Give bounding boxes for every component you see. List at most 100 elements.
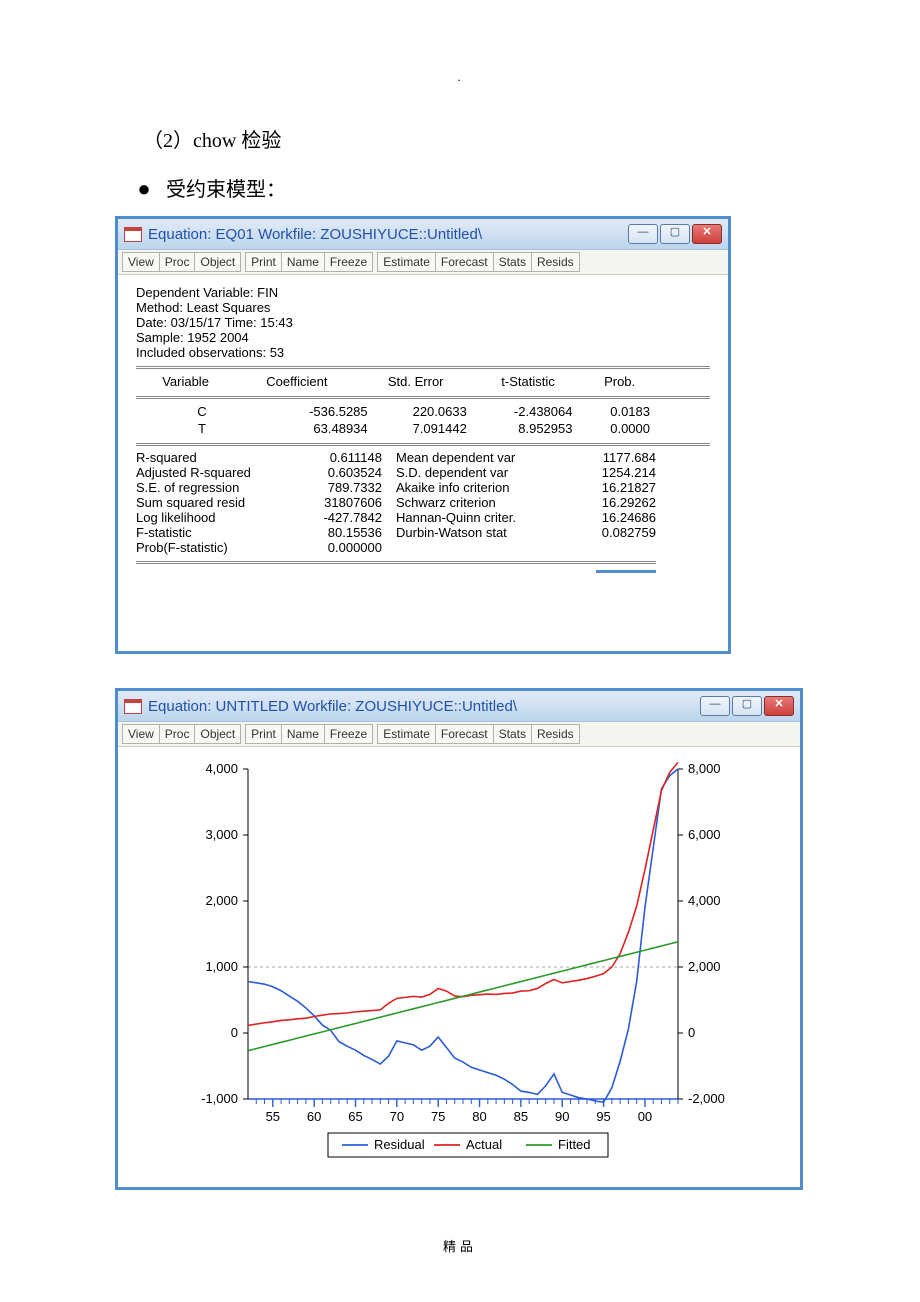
svg-text:-1,000: -1,000 xyxy=(201,1091,238,1106)
cell: -536.5285 xyxy=(268,403,374,420)
toolbar-button-resids[interactable]: Resids xyxy=(532,252,580,272)
info-line: Date: 03/15/17 Time: 15:43 xyxy=(136,315,710,330)
svg-text:8,000: 8,000 xyxy=(688,761,721,776)
stat-label: Adjusted R-squared xyxy=(136,465,328,480)
table-row: T63.489347.0914428.9529530.0000 xyxy=(136,420,656,437)
stat-label: F-statistic xyxy=(136,525,328,540)
cell: 8.952953 xyxy=(473,420,579,437)
toolbar-button-print[interactable]: Print xyxy=(245,252,282,272)
stat-row: Prob(F-statistic)0.000000 xyxy=(136,540,396,555)
toolbar-button-view[interactable]: View xyxy=(122,724,160,744)
svg-text:4,000: 4,000 xyxy=(205,761,238,776)
toolbar-button-stats[interactable]: Stats xyxy=(494,724,532,744)
svg-text:Fitted: Fitted xyxy=(558,1137,591,1152)
stat-value: 1254.214 xyxy=(602,465,656,480)
info-line: Sample: 1952 2004 xyxy=(136,330,710,345)
minimize-button[interactable]: — xyxy=(700,696,730,716)
stat-label: Akaike info criterion xyxy=(396,480,602,495)
toolbar-button-forecast[interactable]: Forecast xyxy=(436,724,494,744)
eviews-window-eq01: Equation: EQ01 Workfile: ZOUSHIYUCE::Unt… xyxy=(115,216,731,654)
stats-block: R-squared0.611148Adjusted R-squared0.603… xyxy=(136,450,656,555)
toolbar-button-view[interactable]: View xyxy=(122,252,160,272)
svg-text:6,000: 6,000 xyxy=(688,827,721,842)
close-button[interactable]: ✕ xyxy=(764,696,794,716)
stat-value: 31807606 xyxy=(324,495,396,510)
stat-row: Durbin-Watson stat0.082759 xyxy=(396,525,656,540)
stat-value: 0.000000 xyxy=(328,540,396,555)
stat-label: Hannan-Quinn criter. xyxy=(396,510,602,525)
toolbar-button-forecast[interactable]: Forecast xyxy=(436,252,494,272)
stat-row: R-squared0.611148 xyxy=(136,450,396,465)
stat-value: 16.24686 xyxy=(602,510,656,525)
col-header: Std. Error xyxy=(359,373,473,390)
toolbar-button-object[interactable]: Object xyxy=(195,724,241,744)
svg-text:90: 90 xyxy=(555,1109,569,1124)
toolbar: ViewProcObject PrintNameFreeze EstimateF… xyxy=(118,722,800,747)
app-icon xyxy=(124,227,142,242)
titlebar[interactable]: Equation: EQ01 Workfile: ZOUSHIYUCE::Unt… xyxy=(118,219,728,250)
window-title: Equation: UNTITLED Workfile: ZOUSHIYUCE:… xyxy=(148,698,698,715)
stat-value: 0.082759 xyxy=(602,525,656,540)
toolbar-button-print[interactable]: Print xyxy=(245,724,282,744)
col-header: Coefficient xyxy=(235,373,359,390)
toolbar-button-estimate[interactable]: Estimate xyxy=(377,252,436,272)
cell: 0.0000 xyxy=(578,420,656,437)
heading-num: （2） xyxy=(143,130,193,152)
close-button[interactable]: ✕ xyxy=(692,224,722,244)
residual-chart: -1,00001,0002,0003,0004,000-2,00002,0004… xyxy=(128,757,788,1177)
stat-value: 80.15536 xyxy=(328,525,396,540)
toolbar-button-freeze[interactable]: Freeze xyxy=(325,252,373,272)
svg-text:85: 85 xyxy=(514,1109,528,1124)
svg-text:2,000: 2,000 xyxy=(205,893,238,908)
stat-value: 16.29262 xyxy=(602,495,656,510)
stat-value: -427.7842 xyxy=(323,510,396,525)
stat-row: F-statistic80.15536 xyxy=(136,525,396,540)
stat-value: 0.603524 xyxy=(328,465,396,480)
window-controls: — ▢ ✕ xyxy=(698,696,794,716)
chart-area: -1,00001,0002,0003,0004,000-2,00002,0004… xyxy=(118,747,800,1187)
bullet-line: ● 受约束模型： xyxy=(127,173,805,202)
toolbar-button-name[interactable]: Name xyxy=(282,252,325,272)
toolbar-button-freeze[interactable]: Freeze xyxy=(325,724,373,744)
var-name: T xyxy=(136,420,268,437)
svg-text:65: 65 xyxy=(348,1109,362,1124)
svg-text:Actual: Actual xyxy=(466,1137,502,1152)
svg-text:95: 95 xyxy=(596,1109,610,1124)
stat-row: Mean dependent var1177.684 xyxy=(396,450,656,465)
heading-text: chow 检验 xyxy=(193,130,281,152)
stat-row: S.D. dependent var1254.214 xyxy=(396,465,656,480)
toolbar-button-estimate[interactable]: Estimate xyxy=(377,724,436,744)
svg-text:4,000: 4,000 xyxy=(688,893,721,908)
output-content: Dependent Variable: FINMethod: Least Squ… xyxy=(118,275,728,651)
svg-text:00: 00 xyxy=(638,1109,652,1124)
toolbar-button-name[interactable]: Name xyxy=(282,724,325,744)
maximize-button[interactable]: ▢ xyxy=(660,224,690,244)
maximize-button[interactable]: ▢ xyxy=(732,696,762,716)
stat-value: 0.611148 xyxy=(330,450,396,465)
toolbar: ViewProcObject PrintNameFreeze EstimateF… xyxy=(118,250,728,275)
toolbar-button-resids[interactable]: Resids xyxy=(532,724,580,744)
svg-text:3,000: 3,000 xyxy=(205,827,238,842)
minimize-button[interactable]: — xyxy=(628,224,658,244)
stat-row: Log likelihood-427.7842 xyxy=(136,510,396,525)
svg-text:75: 75 xyxy=(431,1109,445,1124)
cell: 7.091442 xyxy=(374,420,473,437)
window-controls: — ▢ ✕ xyxy=(626,224,722,244)
stat-label: Log likelihood xyxy=(136,510,323,525)
stat-label: R-squared xyxy=(136,450,330,465)
coef-rows: C-536.5285220.0633-2.4380640.0183T63.489… xyxy=(136,403,656,437)
col-header: Prob. xyxy=(583,373,656,390)
toolbar-button-proc[interactable]: Proc xyxy=(160,724,196,744)
app-icon xyxy=(124,699,142,714)
page-footer: 精品 xyxy=(115,1236,805,1255)
toolbar-button-proc[interactable]: Proc xyxy=(160,252,196,272)
page: . （2）chow 检验 ● 受约束模型： Equation: EQ01 Wor… xyxy=(0,0,920,1295)
titlebar[interactable]: Equation: UNTITLED Workfile: ZOUSHIYUCE:… xyxy=(118,691,800,722)
cell: -2.438064 xyxy=(473,403,579,420)
stat-row: Sum squared resid31807606 xyxy=(136,495,396,510)
toolbar-button-object[interactable]: Object xyxy=(195,252,241,272)
coef-table: VariableCoefficientStd. Errort-Statistic… xyxy=(136,373,656,390)
section-heading: （2）chow 检验 xyxy=(143,124,805,153)
toolbar-button-stats[interactable]: Stats xyxy=(494,252,532,272)
svg-text:1,000: 1,000 xyxy=(205,959,238,974)
